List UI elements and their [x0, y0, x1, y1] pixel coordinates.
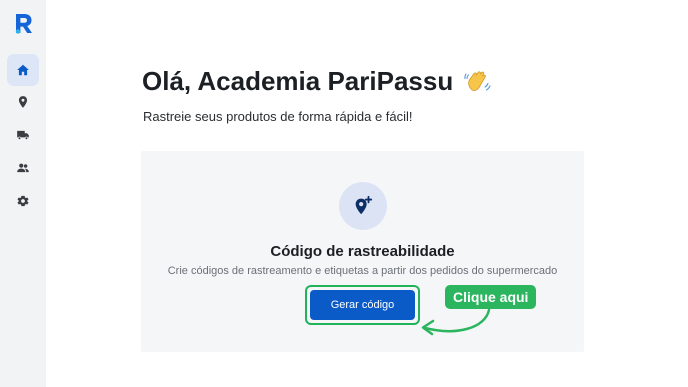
- sidebar-item-delivery[interactable]: [7, 119, 39, 151]
- waving-hand-icon: [463, 68, 491, 96]
- sidebar-item-home[interactable]: [7, 54, 39, 86]
- home-icon: [17, 64, 29, 76]
- sidebar-item-settings[interactable]: [7, 185, 39, 217]
- gear-icon: [17, 195, 29, 207]
- users-icon: [17, 163, 29, 173]
- card-title: Código de rastreabilidade: [270, 243, 455, 260]
- page-subtitle: Rastreie seus produtos de forma rápida e…: [143, 109, 413, 124]
- sidebar-item-location[interactable]: [7, 86, 39, 118]
- location-pin-icon: [18, 96, 28, 108]
- sidebar-item-users[interactable]: [7, 152, 39, 184]
- page-title: Olá, Academia PariPassu: [142, 66, 491, 97]
- card-description: Crie códigos de rastreamento e etiquetas…: [167, 265, 558, 277]
- app-logo[interactable]: [13, 11, 35, 35]
- sidebar: [0, 0, 46, 387]
- greeting-text: Olá, Academia PariPassu: [142, 66, 454, 96]
- generate-code-button[interactable]: Gerar código: [310, 290, 415, 320]
- curved-arrow-icon: [421, 308, 491, 336]
- traceability-code-card: Código de rastreabilidade Crie códigos d…: [141, 151, 584, 352]
- truck-icon: [17, 130, 29, 140]
- location-pin-plus-icon: [339, 182, 387, 230]
